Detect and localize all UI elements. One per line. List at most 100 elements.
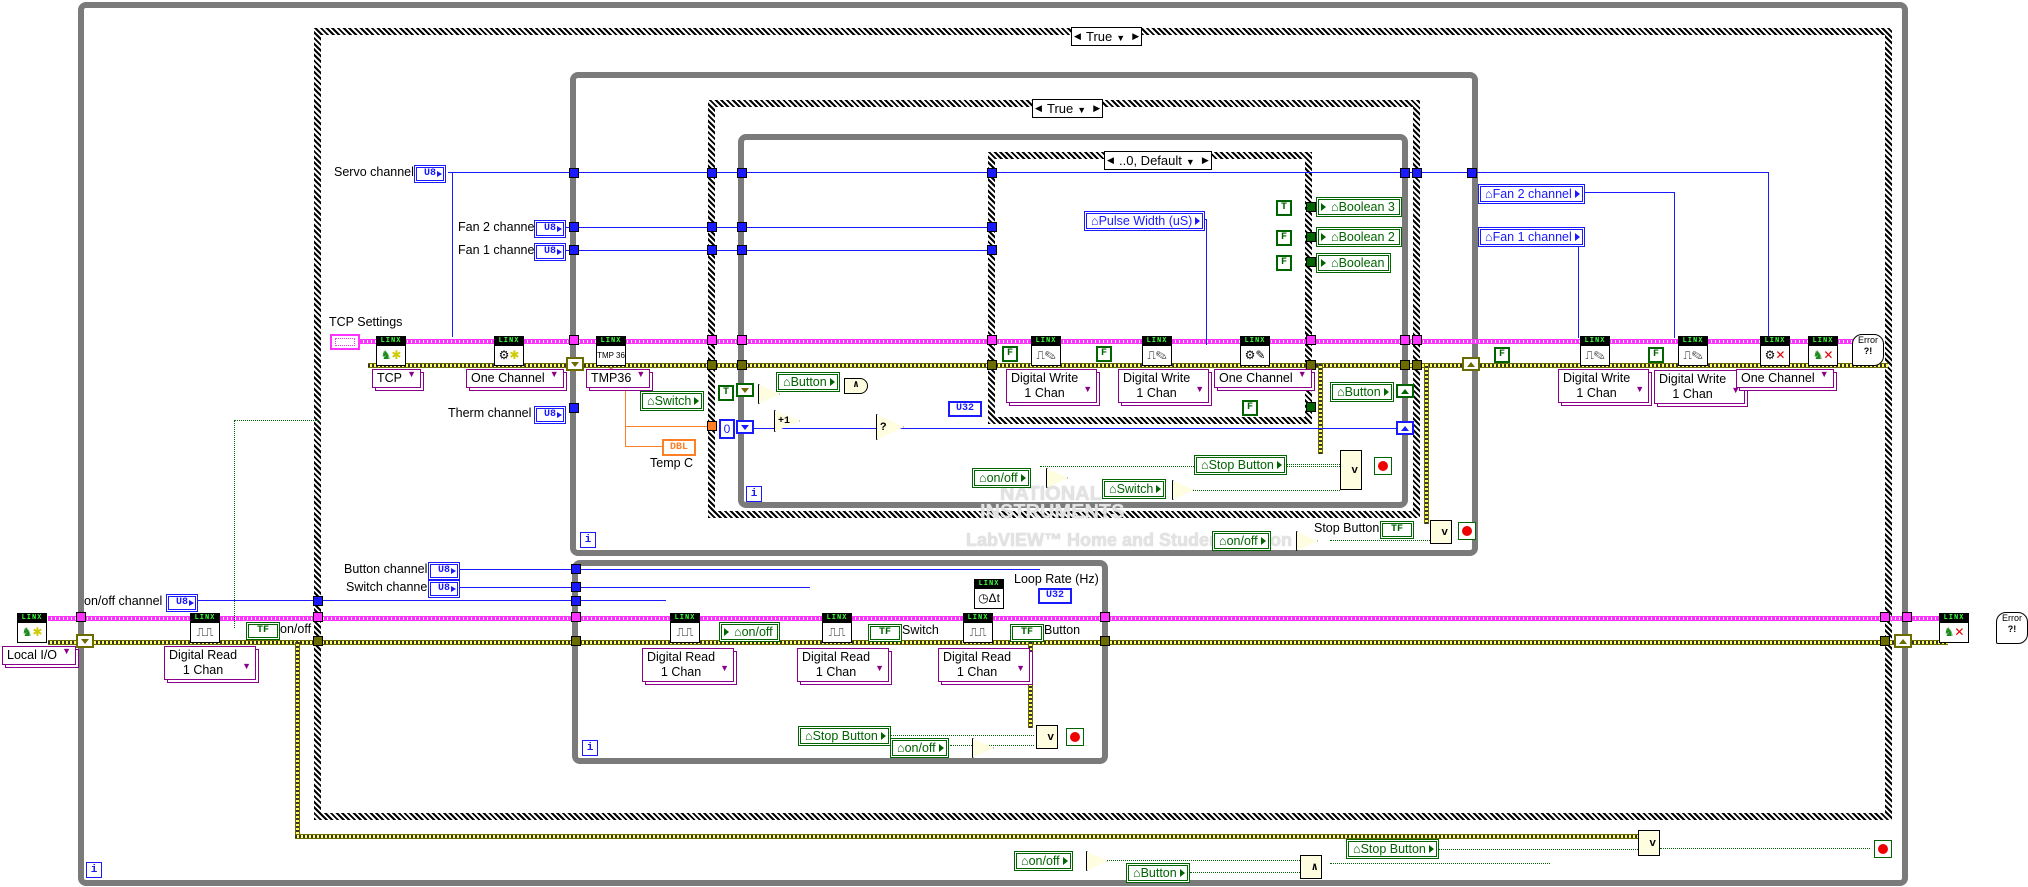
- outer-case-selector[interactable]: ◀ True ▼ ▶: [1071, 27, 1143, 46]
- servo-open-vi[interactable]: LINX ⚙✱: [494, 336, 524, 366]
- servo-channel-control[interactable]: U8: [414, 165, 446, 183]
- inner-case-selector[interactable]: ◀ True ▼ ▶: [1032, 99, 1104, 118]
- button-local-variable[interactable]: ⌂Button: [1126, 863, 1190, 883]
- servo-close-vi[interactable]: LINX ⚙✕: [1760, 336, 1790, 366]
- simple-error-handler[interactable]: Error?!: [1852, 334, 1884, 366]
- increment-case-icon[interactable]: ▶: [1093, 100, 1100, 117]
- loop-rate-vi[interactable]: LINX ◷Δt: [974, 579, 1004, 609]
- fan2-channel-local-variable[interactable]: ⌂Fan 2 channel: [1478, 184, 1585, 204]
- false-constant[interactable]: F: [1002, 346, 1018, 362]
- digital-read-ring[interactable]: Digital Read 1 Chan ▼: [642, 648, 735, 682]
- stop-button-local-variable[interactable]: ⌂Stop Button: [1194, 455, 1287, 475]
- digital-write-ring[interactable]: Digital Write 1 Chan ▼: [1006, 369, 1098, 403]
- false-constant[interactable]: F: [1494, 347, 1510, 363]
- dropdown-icon[interactable]: ▼: [1016, 661, 1025, 676]
- digital-read-onoff-vi[interactable]: LINX ⎍⎍: [190, 613, 220, 643]
- decrement-case-icon[interactable]: ◀: [1107, 152, 1114, 169]
- increment-case-icon[interactable]: ▶: [1202, 152, 1209, 169]
- chevron-down-icon[interactable]: ▼: [1186, 157, 1195, 167]
- dropdown-icon[interactable]: ▼: [1820, 367, 1829, 382]
- switch-local-variable[interactable]: ⌂Switch: [640, 391, 705, 411]
- pulse-width-local-variable[interactable]: ⌂Pulse Width (uS): [1084, 211, 1206, 231]
- dropdown-icon[interactable]: ▼: [1635, 382, 1644, 397]
- onoff-local-variable[interactable]: ⌂on/off: [890, 738, 949, 758]
- onoff-local-variable[interactable]: ⌂on/off: [719, 622, 780, 642]
- fan1-channel-control[interactable]: U8: [534, 243, 566, 261]
- dropdown-icon[interactable]: ▼: [407, 367, 416, 382]
- servo-write-vi[interactable]: LINX ⚙✎: [1240, 336, 1270, 366]
- tmp36-ring[interactable]: TMP36 ▼: [586, 367, 651, 388]
- servo-close-ring[interactable]: One Channel ▼: [1736, 369, 1834, 388]
- servo-write-ring[interactable]: One Channel ▼: [1214, 369, 1312, 388]
- digital-write-fan2-vi[interactable]: LINX ⎍✎: [1142, 336, 1172, 366]
- digital-read-vi[interactable]: LINX ⎍⎍: [670, 613, 700, 643]
- true-constant[interactable]: T: [1276, 200, 1292, 216]
- dropdown-icon[interactable]: ▼: [1298, 367, 1307, 382]
- switch-channel-control[interactable]: U8: [428, 580, 460, 598]
- onoff-local-variable[interactable]: ⌂on/off: [1014, 851, 1073, 871]
- stop-button-control[interactable]: TF: [1380, 521, 1414, 539]
- onoff-local-variable[interactable]: ⌂on/off: [1212, 531, 1271, 551]
- linx-close-tcp-vi[interactable]: LINX ♞✕: [1808, 336, 1838, 366]
- local-io-ring[interactable]: Local I/O ▼: [2, 644, 77, 665]
- chevron-down-icon[interactable]: ▼: [1116, 33, 1125, 43]
- digital-read-ring[interactable]: Digital Read 1 Chan ▼: [164, 646, 257, 680]
- stop-button-local-variable[interactable]: ⌂Stop Button: [798, 726, 891, 746]
- stop-button-local-variable[interactable]: ⌂Stop Button: [1346, 839, 1439, 859]
- false-constant[interactable]: F: [1096, 346, 1112, 362]
- fan2-channel-control[interactable]: U8: [534, 220, 566, 238]
- dropdown-icon[interactable]: ▼: [720, 661, 729, 676]
- therm-channel-control[interactable]: U8: [534, 406, 566, 424]
- dropdown-icon[interactable]: ▼: [550, 367, 559, 382]
- button-channel-control[interactable]: U8: [428, 562, 460, 580]
- false-constant[interactable]: F: [1276, 230, 1292, 246]
- fan1-channel-local-variable[interactable]: ⌂Fan 1 channel: [1478, 227, 1585, 247]
- false-constant[interactable]: F: [1648, 347, 1664, 363]
- boolean3-local-variable[interactable]: ⌂Boolean 3: [1316, 197, 1402, 217]
- linx-open-tcp-vi[interactable]: LINX ♞✱: [376, 336, 406, 366]
- digital-read-switch-vi[interactable]: LINX ⎍⎍: [822, 613, 852, 643]
- dropdown-icon[interactable]: ▼: [875, 661, 884, 676]
- innermost-case-selector[interactable]: ◀ ..0, Default ▼ ▶: [1104, 151, 1212, 170]
- inner-loop-stop-terminal[interactable]: [1374, 457, 1392, 475]
- digital-write-fan1-vi[interactable]: LINX ⎍✎: [1031, 336, 1061, 366]
- servo-open-ring[interactable]: One Channel ▼: [466, 369, 564, 388]
- onoff-local-variable[interactable]: ⌂on/off: [972, 468, 1031, 488]
- outer-loop-stop-terminal[interactable]: [1874, 840, 1892, 858]
- dropdown-icon[interactable]: ▼: [1083, 382, 1092, 397]
- linx-open-local-vi[interactable]: LINX ♞✱: [17, 613, 47, 643]
- dropdown-icon[interactable]: ▼: [1195, 382, 1204, 397]
- io-loop-stop-terminal[interactable]: [1066, 728, 1084, 746]
- true-constant[interactable]: T: [718, 385, 734, 401]
- digital-write-ring[interactable]: Digital Write 1 Chan ▼: [1654, 370, 1746, 404]
- zero-constant[interactable]: 0: [719, 419, 735, 439]
- digital-write-ring[interactable]: Digital Write 1 Chan ▼: [1558, 369, 1650, 403]
- boolean-local-variable[interactable]: ⌂Boolean: [1316, 253, 1392, 273]
- false-constant[interactable]: F: [1276, 255, 1292, 271]
- dropdown-icon[interactable]: ▼: [636, 367, 645, 382]
- digital-read-ring[interactable]: Digital Read 1 Chan ▼: [797, 648, 890, 682]
- button-local-variable[interactable]: ⌂Button: [776, 372, 840, 392]
- chevron-down-icon[interactable]: ▼: [1077, 105, 1086, 115]
- boolean2-local-variable[interactable]: ⌂Boolean 2: [1316, 227, 1402, 247]
- false-constant[interactable]: F: [1242, 400, 1258, 416]
- main-loop-stop-terminal[interactable]: [1458, 522, 1476, 540]
- simple-error-handler[interactable]: Error?!: [1996, 612, 2028, 644]
- decrement-case-icon[interactable]: ◀: [1035, 100, 1042, 117]
- digital-write-fan2-off-vi[interactable]: LINX ⎍✎: [1678, 336, 1708, 366]
- tmp36-vi[interactable]: LINXTMP 36🌡: [596, 336, 626, 381]
- dropdown-icon[interactable]: ▼: [62, 644, 71, 659]
- linx-close-local-vi[interactable]: LINX ♞✕: [1939, 613, 1969, 643]
- tcp-ring[interactable]: TCP ▼: [372, 369, 421, 388]
- digital-write-fan1-off-vi[interactable]: LINX ⎍✎: [1580, 336, 1610, 366]
- digital-read-button-vi[interactable]: LINX ⎍⎍: [963, 613, 993, 643]
- increment-case-icon[interactable]: ▶: [1132, 28, 1139, 45]
- switch-local-variable[interactable]: ⌂Switch: [1102, 479, 1167, 499]
- decrement-case-icon[interactable]: ◀: [1074, 28, 1081, 45]
- digital-read-ring[interactable]: Digital Read 1 Chan ▼: [938, 648, 1031, 682]
- digital-write-ring[interactable]: Digital Write 1 Chan ▼: [1118, 369, 1210, 403]
- onoff-channel-control[interactable]: U8: [166, 594, 198, 612]
- dropdown-icon[interactable]: ▼: [242, 659, 251, 674]
- button-local-variable[interactable]: ⌂Button: [1330, 382, 1394, 402]
- tcp-settings-control[interactable]: [330, 334, 360, 350]
